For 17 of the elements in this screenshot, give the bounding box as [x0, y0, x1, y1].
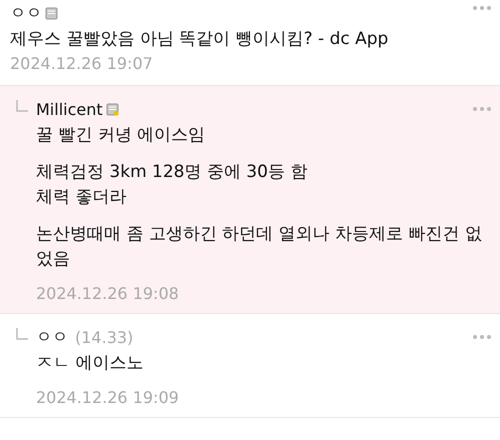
reply-corner-icon: [16, 328, 28, 340]
author-name[interactable]: Millicent: [36, 100, 103, 118]
more-options-icon[interactable]: [472, 106, 492, 112]
comment-text: 체력검정 3km 128명 중에 30등 함 체력 좋더라: [36, 161, 308, 209]
comment-time: 2024.12.26 19:07: [10, 54, 154, 73]
comment-text: 꿀 빨긴 커녕 에이스임: [36, 124, 206, 147]
reply-corner-icon: [16, 100, 28, 112]
comment-time: 2024.12.26 19:08: [36, 284, 180, 303]
comment-text: 제우스 꿀빨았음 아님 똑같이 뺑이시킴? - dc App: [10, 28, 390, 51]
more-options-icon[interactable]: [472, 5, 492, 11]
author-name[interactable]: ㅇㅇ: [10, 2, 42, 24]
comment-text: ㅈㄴ 에이스노: [36, 352, 144, 375]
ip-address: (14.33): [75, 328, 134, 346]
author-name[interactable]: ㅇㅇ: [36, 326, 68, 348]
comment-time: 2024.12.26 19:09: [36, 388, 180, 407]
more-options-icon[interactable]: [472, 334, 492, 340]
comment-text: 논산병때매 좀 고생하긴 하던데 열외나 차등제로 빠진건 없었음: [36, 223, 483, 271]
